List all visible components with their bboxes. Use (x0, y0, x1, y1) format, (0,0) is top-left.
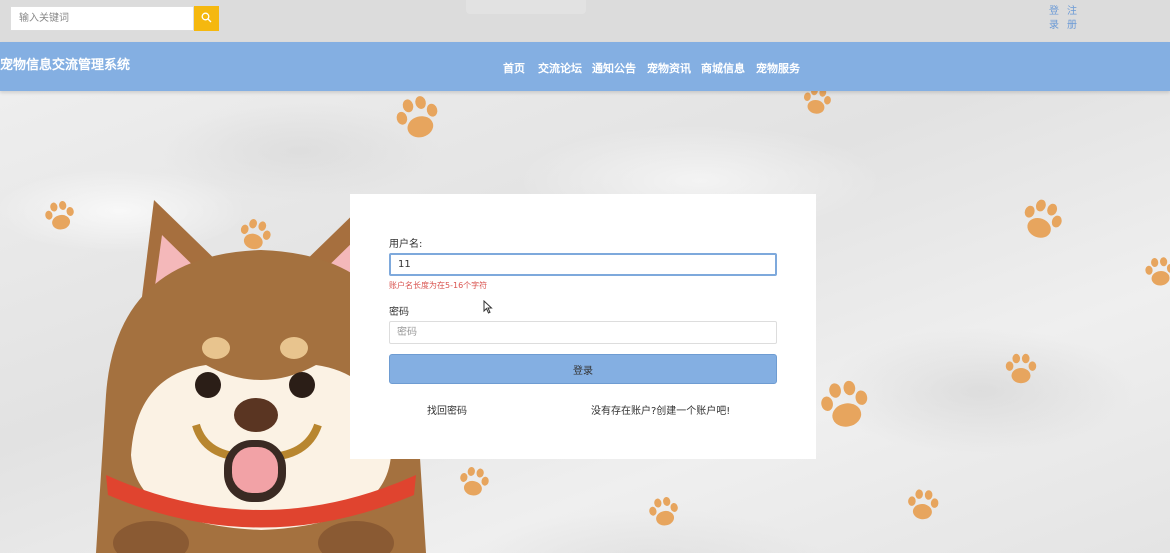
create-account-link[interactable]: 没有存在账户?创建一个账户吧! (591, 402, 730, 417)
nav-item-home[interactable]: 首页 (503, 60, 525, 76)
username-error: 账户名长度为在5-16个字符 (389, 281, 488, 290)
search-button[interactable] (194, 6, 219, 31)
paw-print-icon (902, 484, 943, 525)
nav-item-notices[interactable]: 通知公告 (592, 60, 636, 76)
paw-print-icon (453, 461, 495, 503)
register-link[interactable]: 注册 (1066, 5, 1078, 33)
search-input[interactable] (10, 6, 194, 31)
nav-item-shop[interactable]: 商城信息 (701, 60, 745, 76)
username-field[interactable] (389, 253, 777, 276)
login-button[interactable]: 登录 (389, 354, 777, 384)
site-title: 宠物信息交流管理系统 (0, 58, 131, 73)
paw-print-icon (1140, 252, 1170, 291)
forgot-password-link[interactable]: 找回密码 (427, 402, 467, 417)
password-field[interactable] (389, 321, 777, 344)
mouse-cursor-icon (483, 299, 493, 317)
password-label: 密码 (389, 307, 409, 318)
search-icon (201, 11, 212, 26)
top-tab (466, 0, 586, 14)
login-card: 用户名: 账户名长度为在5-16个字符 密码 登录 找回密码 没有存在账户?创建… (350, 194, 816, 459)
top-bar: 登录 注册 (0, 0, 1170, 42)
nav-item-pet-services[interactable]: 宠物服务 (756, 60, 800, 76)
username-label: 用户名: (389, 239, 423, 250)
nav-item-pet-news[interactable]: 宠物资讯 (647, 60, 691, 76)
nav-item-forum[interactable]: 交流论坛 (538, 60, 582, 76)
paw-print-icon (39, 195, 81, 237)
login-link[interactable]: 登录 (1048, 5, 1060, 33)
paw-print-icon (811, 371, 878, 438)
nav-bar: 宠物信息交流管理系统 首页 交流论坛 通知公告 宠物资讯 商城信息 宠物服务 (0, 42, 1170, 91)
paw-print-icon (1002, 350, 1040, 388)
paw-print-icon (643, 491, 685, 533)
